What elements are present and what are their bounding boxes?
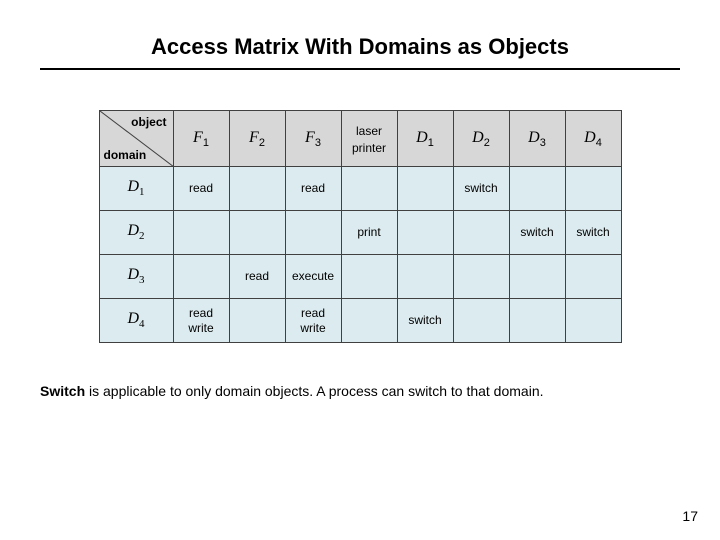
diagonal-header: object domain — [99, 111, 173, 167]
cell: readwrite — [173, 299, 229, 343]
cell: switch — [565, 211, 621, 255]
cell: execute — [285, 255, 341, 299]
cell — [453, 211, 509, 255]
caption: Switch is applicable to only domain obje… — [40, 383, 680, 399]
row-header: D1 — [99, 167, 173, 211]
cell: read — [173, 167, 229, 211]
diag-top-label: object — [131, 115, 166, 129]
table-row: D4 readwrite readwrite switch — [99, 299, 621, 343]
cell — [341, 255, 397, 299]
cell: print — [341, 211, 397, 255]
matrix-container: object domain F1 F2 F3 laserprinter D1 D… — [40, 110, 680, 343]
cell: switch — [453, 167, 509, 211]
row-header: D2 — [99, 211, 173, 255]
cell — [509, 299, 565, 343]
col-header: D2 — [453, 111, 509, 167]
caption-rest: is applicable to only domain objects. A … — [85, 383, 543, 399]
table-row: D2 print switch switch — [99, 211, 621, 255]
cell — [229, 211, 285, 255]
title-divider — [40, 68, 680, 70]
cell: read — [285, 167, 341, 211]
cell — [509, 255, 565, 299]
col-header: F1 — [173, 111, 229, 167]
cell: switch — [397, 299, 453, 343]
cell — [565, 255, 621, 299]
cell — [397, 211, 453, 255]
cell — [229, 299, 285, 343]
cell: switch — [509, 211, 565, 255]
col-header: laserprinter — [341, 111, 397, 167]
col-header: F3 — [285, 111, 341, 167]
page-number: 17 — [682, 508, 698, 524]
access-matrix-table: object domain F1 F2 F3 laserprinter D1 D… — [99, 110, 622, 343]
cell: readwrite — [285, 299, 341, 343]
col-header: D1 — [397, 111, 453, 167]
row-header: D3 — [99, 255, 173, 299]
col-header: D3 — [509, 111, 565, 167]
cell — [453, 299, 509, 343]
col-header: D4 — [565, 111, 621, 167]
cell — [397, 255, 453, 299]
cell — [285, 211, 341, 255]
table-row: D1 read read switch — [99, 167, 621, 211]
cell — [565, 167, 621, 211]
cell — [341, 299, 397, 343]
cell — [341, 167, 397, 211]
cell — [397, 167, 453, 211]
diag-bottom-label: domain — [104, 148, 147, 162]
header-row: object domain F1 F2 F3 laserprinter D1 D… — [99, 111, 621, 167]
caption-lead: Switch — [40, 383, 85, 399]
table-row: D3 read execute — [99, 255, 621, 299]
slide: Access Matrix With Domains as Objects ob… — [0, 0, 720, 540]
page-title: Access Matrix With Domains as Objects — [40, 34, 680, 60]
cell — [229, 167, 285, 211]
cell — [565, 299, 621, 343]
cell — [453, 255, 509, 299]
cell — [173, 211, 229, 255]
cell: read — [229, 255, 285, 299]
cell — [173, 255, 229, 299]
cell — [509, 167, 565, 211]
row-header: D4 — [99, 299, 173, 343]
col-header: F2 — [229, 111, 285, 167]
